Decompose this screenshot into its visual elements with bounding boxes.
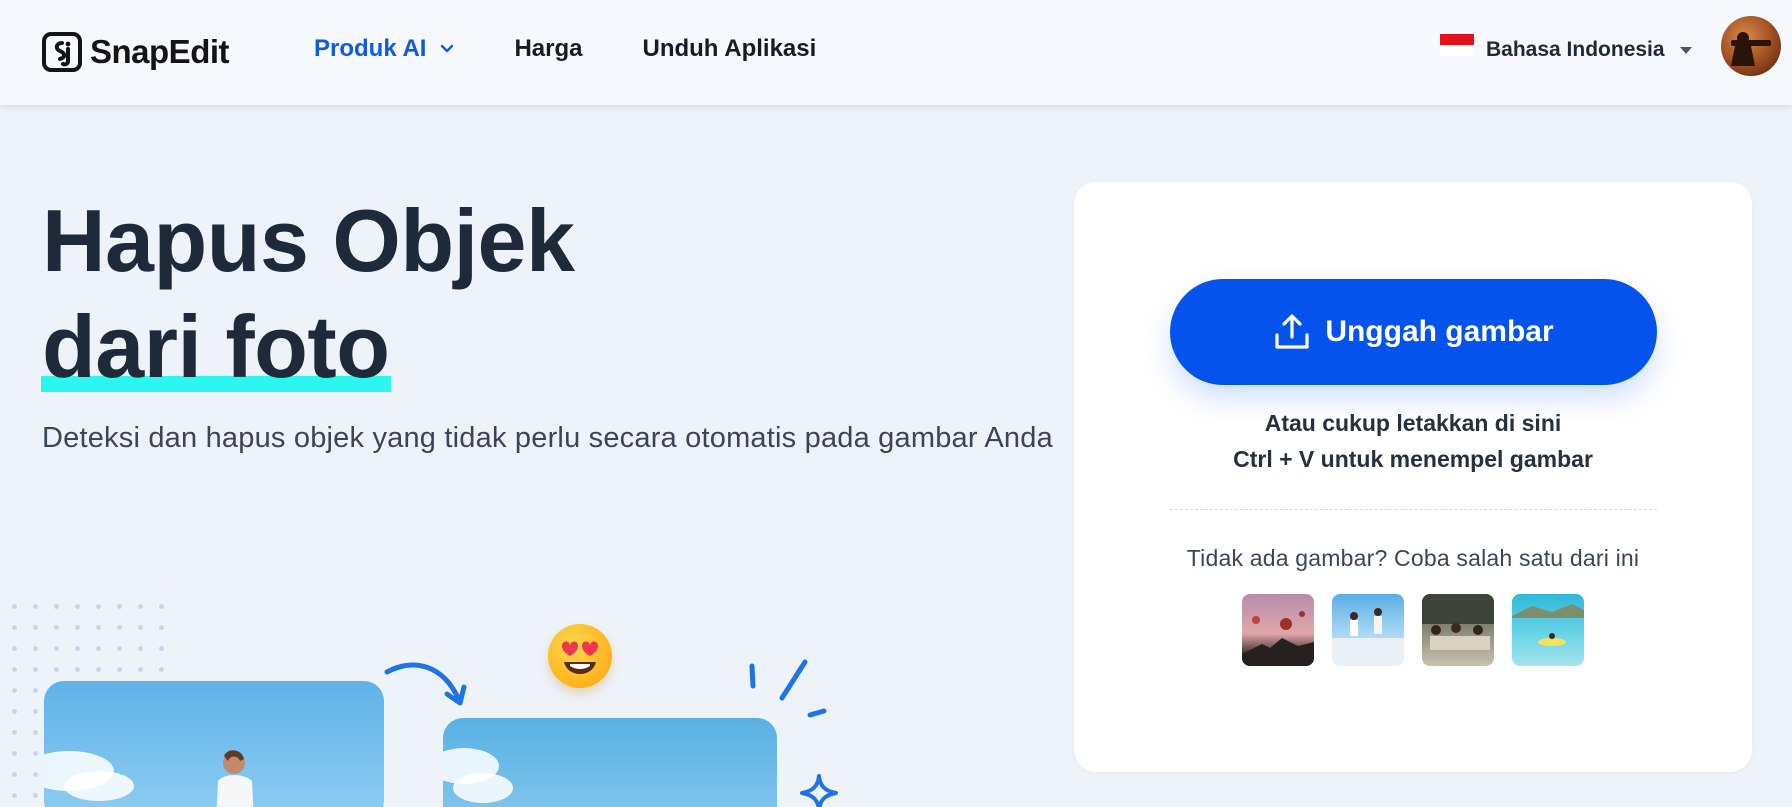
sample-prompt: Tidak ada gambar? Coba salah satu dari i… <box>1186 545 1640 571</box>
upload-icon <box>1275 314 1309 349</box>
sparkle-lines-icon <box>749 659 827 718</box>
sample-image-balloons[interactable] <box>1242 594 1314 666</box>
after-photo <box>443 718 777 807</box>
chevron-down-icon <box>441 44 454 53</box>
caret-down-icon <box>1679 46 1692 54</box>
sample-images <box>1242 594 1602 666</box>
page-title: Hapus Objek dari foto <box>41 188 575 400</box>
before-photo <box>44 681 384 807</box>
nav-item-label: Harga <box>514 35 583 62</box>
top-navbar: SnapEdit Produk AI Harga Unduh Aplikasi … <box>0 0 1792 105</box>
nav-item-harga[interactable]: Harga <box>514 35 582 63</box>
snapedit-logo[interactable]: SnapEdit <box>42 31 230 73</box>
title-line-2: dari foto <box>42 297 390 396</box>
sample-image-beach-jump[interactable] <box>1332 594 1404 666</box>
upload-card: Unggah gambar Atau cukup letakkan di sin… <box>1074 182 1752 772</box>
avatar-image <box>1731 32 1771 66</box>
logo-text: SnapEdit <box>90 33 230 70</box>
nav-item-label: Unduh Aplikasi <box>642 35 817 62</box>
user-avatar[interactable] <box>1721 16 1781 76</box>
nav-item-unduh-aplikasi[interactable]: Unduh Aplikasi <box>642 35 816 63</box>
drop-hint: Atau cukup letakkan di sini <box>1264 410 1562 436</box>
woman-figure-image <box>216 750 254 807</box>
sample-image-sea-kayak[interactable] <box>1512 594 1584 666</box>
sample-image-friends-sitting[interactable] <box>1422 594 1494 666</box>
sparkle-star-icon <box>800 774 838 807</box>
dashed-divider <box>1170 509 1657 510</box>
upload-image-button[interactable]: Unggah gambar <box>1170 279 1657 385</box>
language-selector[interactable]: Bahasa Indonesia <box>1440 34 1693 62</box>
nav-item-produk-ai[interactable]: Produk AI <box>314 35 454 63</box>
language-label: Bahasa Indonesia <box>1486 38 1665 61</box>
title-line-1: Hapus Objek <box>42 191 575 290</box>
heart-eyes-emoji-icon <box>548 624 612 688</box>
paste-hint: Ctrl + V untuk menempel gambar <box>1233 446 1593 472</box>
curved-arrow-icon <box>384 662 467 706</box>
main-nav: Produk AI Harga Unduh Aplikasi <box>314 35 876 63</box>
title-line-2-wrapper: dari foto <box>41 294 392 400</box>
upload-button-label: Unggah gambar <box>1325 315 1554 348</box>
nav-item-label: Produk AI <box>314 35 427 62</box>
indonesia-flag-icon <box>1440 34 1474 56</box>
page-subtitle: Deteksi dan hapus objek yang tidak perlu… <box>42 422 1053 454</box>
snapedit-logo-icon <box>42 32 82 72</box>
